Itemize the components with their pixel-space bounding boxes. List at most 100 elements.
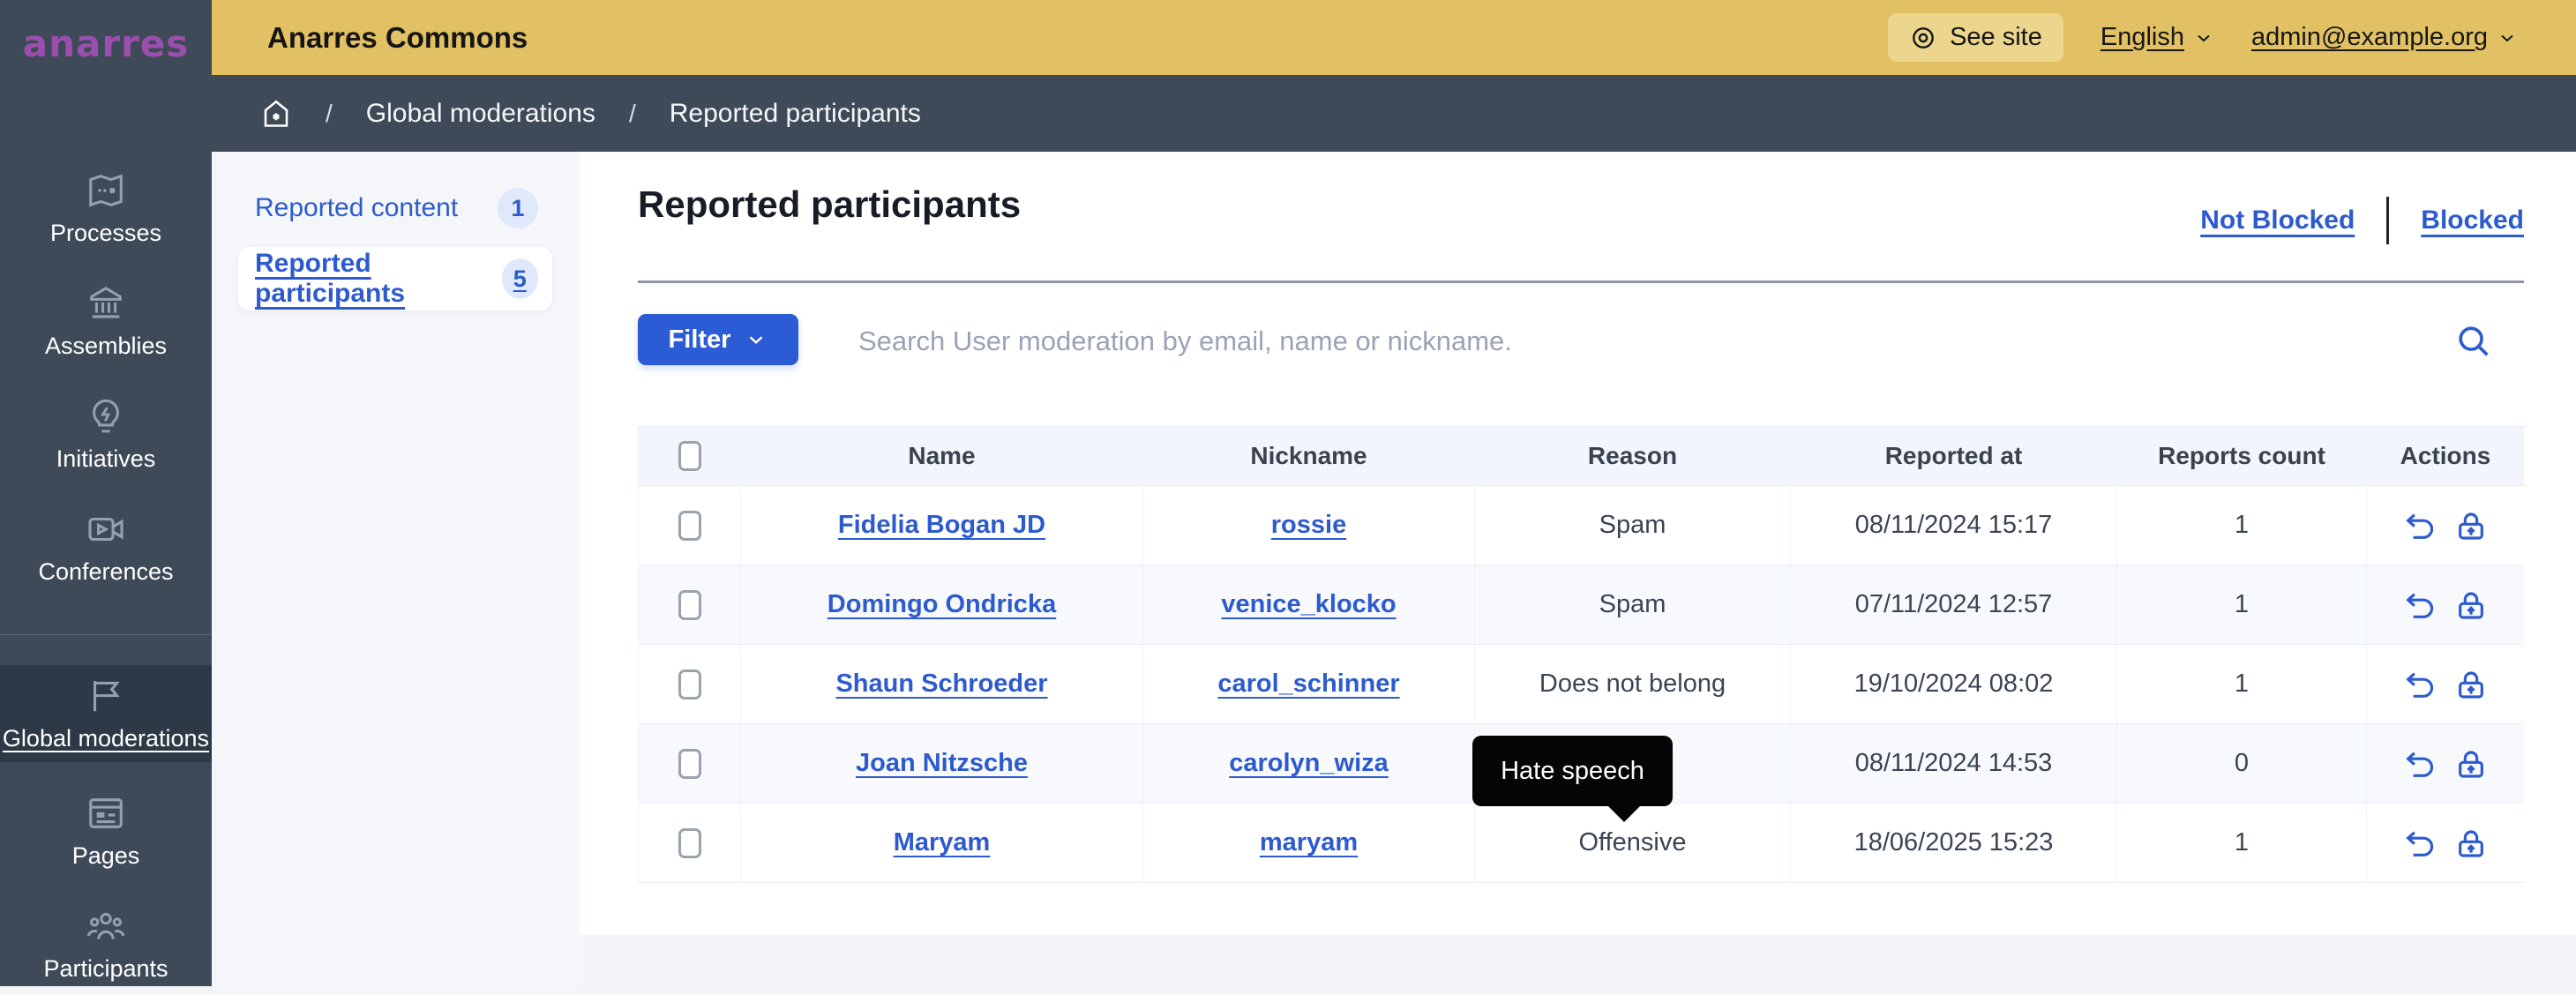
col-header-actions: Actions: [2367, 427, 2524, 485]
col-header-reported-at: Reported at: [1791, 427, 2117, 485]
count-badge: 1: [498, 188, 538, 228]
report-reason: Does not belong: [1539, 670, 1726, 699]
report-reason: Spam: [1599, 590, 1666, 619]
lightbulb-flash-icon: [86, 396, 126, 437]
view-links-divider: [2386, 197, 2389, 244]
language-dropdown[interactable]: English: [2100, 23, 2214, 52]
search-button[interactable]: [2453, 319, 2497, 363]
search-input[interactable]: [858, 318, 2429, 365]
tooltip-text: Hate speech: [1501, 757, 1644, 786]
chevron-down-icon: [2497, 27, 2518, 49]
sidebar-item-label: Participants: [43, 955, 168, 983]
block-user-button[interactable]: [2453, 746, 2489, 782]
reports-count: 1: [2235, 511, 2249, 540]
report-reason: Offensive: [1579, 828, 1687, 857]
block-lock-icon: [2453, 587, 2489, 623]
reported-at: 18/06/2025 15:23: [1854, 828, 2054, 857]
participant-nickname-link[interactable]: carol_schinner: [1217, 670, 1399, 699]
col-header-name: Name: [741, 427, 1143, 485]
unreport-button[interactable]: [2402, 667, 2437, 702]
unreport-undo-arrow-icon: [2402, 667, 2437, 702]
subnav-item-reported-participants[interactable]: Reported participants 5: [238, 247, 552, 310]
participant-nickname-link[interactable]: carolyn_wiza: [1229, 749, 1389, 778]
view-filter-links: Not Blocked Blocked: [2200, 196, 2524, 245]
sidebar-item-label: Initiatives: [56, 445, 156, 473]
block-user-button[interactable]: [2453, 508, 2489, 543]
reports-count: 1: [2235, 670, 2249, 699]
select-all-checkbox[interactable]: [678, 441, 701, 471]
participant-name-link[interactable]: Shaun Schroeder: [835, 670, 1047, 699]
unreport-undo-arrow-icon: [2402, 746, 2437, 782]
see-site-label: See site: [1950, 23, 2042, 52]
participant-nickname-link[interactable]: maryam: [1260, 828, 1358, 857]
block-user-button[interactable]: [2453, 587, 2489, 623]
block-lock-icon: [2453, 746, 2489, 782]
title-divider: [638, 281, 2524, 283]
bank-icon: [86, 283, 126, 324]
unreport-undo-arrow-icon: [2402, 826, 2437, 861]
unreport-button[interactable]: [2402, 826, 2437, 861]
breadcrumb-reported-participants[interactable]: Reported participants: [670, 99, 921, 129]
participant-name-link[interactable]: Domingo Ondricka: [827, 590, 1056, 619]
block-user-button[interactable]: [2453, 826, 2489, 861]
filter-button[interactable]: Filter: [638, 314, 798, 365]
row-checkbox[interactable]: [678, 828, 701, 858]
sidebar-item-label: Pages: [72, 842, 140, 870]
sidebar-item-participants[interactable]: Participants: [0, 893, 212, 995]
unreport-button[interactable]: [2402, 508, 2437, 543]
row-checkbox[interactable]: [678, 590, 701, 620]
reason-tooltip: Hate speech: [1472, 736, 1673, 806]
sidebar-item-conferences[interactable]: Conferences: [0, 496, 212, 598]
top-navbar: anarres Anarres Commons See site English…: [0, 0, 2576, 75]
topbar-actions: See site English admin@example.org: [1888, 0, 2518, 75]
flag-icon: [86, 676, 126, 716]
subnav-item-label: Reported content: [255, 193, 458, 223]
home-icon[interactable]: [260, 98, 292, 130]
participant-nickname-link[interactable]: rossie: [1271, 511, 1346, 540]
participant-name-link[interactable]: Maryam: [894, 828, 991, 857]
filter-label: Filter: [669, 325, 731, 355]
account-dropdown[interactable]: admin@example.org: [2251, 23, 2518, 52]
account-label: admin@example.org: [2251, 23, 2488, 52]
sidebar-item-label: Assemblies: [45, 333, 167, 360]
breadcrumb-separator: /: [629, 100, 636, 128]
blocked-link[interactable]: Blocked: [2421, 206, 2524, 236]
chevron-down-icon: [2193, 27, 2214, 49]
col-header-reports-count: Reports count: [2117, 427, 2367, 485]
map-icon: [86, 170, 126, 211]
unreport-button[interactable]: [2402, 746, 2437, 782]
logo-box[interactable]: anarres: [0, 0, 212, 75]
sidebar-item-processes[interactable]: Processes: [0, 157, 212, 259]
reports-count: 1: [2235, 590, 2249, 619]
sidebar-item-assemblies[interactable]: Assemblies: [0, 270, 212, 372]
block-user-button[interactable]: [2453, 667, 2489, 702]
not-blocked-link[interactable]: Not Blocked: [2200, 206, 2355, 236]
table-row: Shaun Schroeder carol_schinner Does not …: [638, 645, 2524, 724]
row-checkbox[interactable]: [678, 749, 701, 779]
see-site-button[interactable]: See site: [1888, 13, 2063, 62]
subnav-item-reported-content[interactable]: Reported content 1: [238, 180, 552, 236]
participant-name-link[interactable]: Joan Nitzsche: [856, 749, 1028, 778]
row-checkbox[interactable]: [678, 511, 701, 541]
reported-at: 07/11/2024 12:57: [1855, 590, 2053, 619]
sidebar-item-global-moderations[interactable]: Global moderations: [0, 665, 212, 762]
sidebar-item-label: Conferences: [38, 558, 173, 586]
unreport-button[interactable]: [2402, 587, 2437, 623]
block-lock-icon: [2453, 667, 2489, 702]
sidebar-item-initiatives[interactable]: Initiatives: [0, 383, 212, 485]
count-badge: 5: [502, 258, 538, 299]
main-sidebar: Processes Assemblies Initiatives Confere…: [0, 152, 212, 986]
col-header-reason: Reason: [1475, 427, 1791, 485]
sidebar-item-pages[interactable]: Pages: [0, 780, 212, 882]
table-row: Fidelia Bogan JD rossie Spam 08/11/2024 …: [638, 486, 2524, 565]
breadcrumb-global-moderations[interactable]: Global moderations: [366, 99, 595, 129]
row-checkbox[interactable]: [678, 670, 701, 699]
participant-nickname-link[interactable]: venice_klocko: [1221, 590, 1396, 619]
reported-at: 08/11/2024 15:17: [1855, 511, 2053, 540]
block-lock-icon: [2453, 826, 2489, 861]
search-icon: [2453, 321, 2494, 362]
participant-name-link[interactable]: Fidelia Bogan JD: [838, 511, 1045, 540]
reports-count: 1: [2235, 828, 2249, 857]
org-name: Anarres Commons: [267, 0, 528, 75]
block-lock-icon: [2453, 508, 2489, 543]
